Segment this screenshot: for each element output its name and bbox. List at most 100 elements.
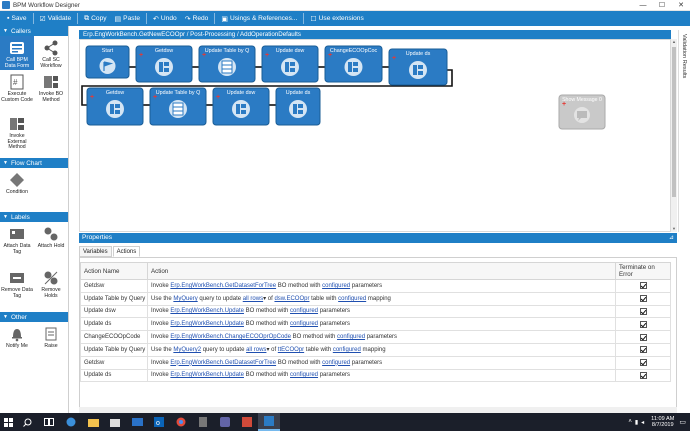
- action-row[interactable]: Update ds Invoke Erp.EngWorkBench.Update …: [80, 317, 671, 332]
- workflow-node-update-dsw-2[interactable]: Update dsw +: [212, 87, 270, 126]
- remove-data-tag-item[interactable]: Remove Data Tag: [0, 266, 34, 312]
- execute-custom-code-item[interactable]: # Execute Custom Code: [0, 70, 34, 112]
- action-link[interactable]: MyQuery: [173, 296, 197, 302]
- action-name-cell[interactable]: Update ds: [80, 317, 148, 332]
- action-link[interactable]: dsw.ECOOpr: [274, 296, 309, 302]
- scroll-down-arrow[interactable]: ▼: [671, 226, 677, 232]
- condition-item[interactable]: Condition: [0, 168, 34, 212]
- flow-chart-section-header[interactable]: ▼ Flow Chart: [0, 158, 68, 168]
- invoke-external-method-item[interactable]: Invoke External Method: [0, 112, 34, 158]
- maximize-button[interactable]: ☐: [652, 0, 672, 11]
- column-header-action[interactable]: Action: [147, 262, 616, 280]
- action-link[interactable]: Erp.EngWorkBench.ChangeECOOprOpCode: [170, 334, 291, 340]
- action-name-cell[interactable]: Update Table by Query 0: [80, 291, 148, 306]
- call-sc-workflow-item[interactable]: Call SC Workflow: [34, 36, 68, 70]
- other-section-header[interactable]: ▼ Other: [0, 312, 68, 322]
- action-row[interactable]: Getdsw Invoke Erp.EngWorkBench.GetDataset…: [80, 355, 671, 370]
- close-button[interactable]: ✕: [671, 0, 690, 11]
- labels-section-header[interactable]: ▼ Labels: [0, 212, 68, 222]
- action-row[interactable]: Update Table by Query 0 Use the MyQuery q…: [80, 291, 671, 306]
- column-header-terminate-on-error[interactable]: Terminate on Error: [615, 262, 671, 280]
- action-row[interactable]: Update Table by Query 1 Use the MyQuery2 …: [80, 342, 671, 357]
- taskbar-calculator[interactable]: [192, 413, 214, 431]
- remove-holds-item[interactable]: Remove Holds: [34, 266, 68, 312]
- validation-results-tab[interactable]: Validation Results: [678, 30, 690, 232]
- action-link[interactable]: configured: [290, 308, 318, 314]
- terminate-on-error-checkbox[interactable]: [639, 282, 647, 290]
- action-link[interactable]: configured: [290, 372, 318, 378]
- taskbar-chrome[interactable]: [170, 413, 192, 431]
- tab-actions[interactable]: Actions: [112, 246, 141, 257]
- taskbar-epicor[interactable]: [258, 413, 280, 431]
- action-link[interactable]: ttECOOpr: [278, 347, 304, 353]
- terminate-on-error-checkbox[interactable]: [639, 295, 647, 303]
- workflow-canvas[interactable]: Start Getdsw + Update Table by Q + Updat…: [79, 39, 671, 232]
- scrollbar-thumb[interactable]: [672, 47, 676, 197]
- action-link[interactable]: configured: [337, 334, 365, 340]
- action-link[interactable]: all rows: [243, 296, 263, 302]
- minimize-button[interactable]: —: [633, 0, 653, 11]
- action-name-cell[interactable]: Getdsw: [80, 355, 148, 370]
- taskbar-clock[interactable]: 11:09 AM 8/7/2019: [651, 416, 674, 429]
- workflow-node-change-eco-op-code[interactable]: ChangeECOOpCoc +: [324, 45, 383, 83]
- validate-button[interactable]: ☑ Validate: [36, 11, 76, 26]
- action-row[interactable]: Update dsw Invoke Erp.EngWorkBench.Update…: [80, 304, 671, 319]
- workflow-node-update-ds-2[interactable]: Update ds: [275, 87, 321, 126]
- taskbar-mail[interactable]: [126, 413, 148, 431]
- redo-button[interactable]: ↷ Redo: [181, 11, 213, 26]
- notifications-icon[interactable]: ▭: [679, 418, 686, 426]
- action-name-cell[interactable]: Update dsw: [80, 304, 148, 319]
- workflow-node-getdsw-2[interactable]: Getdsw +: [86, 87, 144, 126]
- workflow-node-update-table-by-query[interactable]: Update Table by Q +: [198, 45, 256, 83]
- action-link[interactable]: Erp.EngWorkBench.Update: [170, 321, 244, 327]
- taskbar-edge[interactable]: [60, 413, 82, 431]
- action-link[interactable]: Erp.EngWorkBench.GetDatasetForTree: [170, 283, 276, 289]
- taskbar-teams[interactable]: [214, 413, 236, 431]
- undo-button[interactable]: ↶ Undo: [149, 11, 181, 26]
- action-link[interactable]: configured: [338, 296, 366, 302]
- workflow-node-update-ds[interactable]: Update ds +: [388, 48, 448, 86]
- column-header-action-name[interactable]: Action Name: [80, 262, 148, 280]
- scroll-up-arrow[interactable]: ▲: [671, 39, 677, 45]
- volume-icon[interactable]: ◂: [641, 419, 644, 426]
- attach-hold-item[interactable]: Attach Hold: [34, 222, 68, 266]
- taskbar-outlook[interactable]: o: [148, 413, 170, 431]
- action-name-cell[interactable]: Update Table by Query 1: [80, 342, 148, 357]
- invoke-bo-method-item[interactable]: Invoke BO Method: [34, 70, 68, 112]
- canvas-vertical-scrollbar[interactable]: ▲ ▼: [671, 39, 677, 232]
- workflow-node-getdsw[interactable]: Getdsw +: [135, 45, 193, 83]
- action-link[interactable]: configured: [322, 283, 350, 289]
- terminate-on-error-checkbox[interactable]: [639, 346, 647, 354]
- terminate-on-error-checkbox[interactable]: [639, 371, 647, 379]
- workflow-node-update-table-by-query-2[interactable]: Update Table by Q +: [149, 87, 207, 126]
- action-link[interactable]: configured: [322, 360, 350, 366]
- usings-references-button[interactable]: ▣ Usings & References...: [217, 11, 301, 26]
- terminate-on-error-checkbox[interactable]: [639, 320, 647, 328]
- terminate-on-error-checkbox[interactable]: [639, 359, 647, 367]
- workflow-node-show-message[interactable]: Show Message 0 +: [558, 94, 606, 130]
- call-bpm-data-form-item[interactable]: Call BPM Data Form: [0, 36, 34, 70]
- pin-icon[interactable]: ⊿: [669, 233, 674, 243]
- taskbar-explorer[interactable]: [82, 413, 104, 431]
- terminate-on-error-checkbox[interactable]: [639, 333, 647, 341]
- action-link[interactable]: all rows: [246, 347, 266, 353]
- windows-start-button[interactable]: [0, 413, 16, 431]
- paste-button[interactable]: ▤ Paste: [111, 11, 145, 26]
- attach-data-tag-item[interactable]: Attach Data Tag: [0, 222, 34, 266]
- action-name-cell[interactable]: ChangeECOOpCode: [80, 330, 148, 344]
- chevron-up-icon[interactable]: ˄: [628, 419, 632, 425]
- action-name-cell[interactable]: Getdsw: [80, 279, 148, 293]
- action-link[interactable]: Erp.EngWorkBench.GetDatasetForTree: [170, 360, 276, 366]
- action-row[interactable]: Getdsw Invoke Erp.EngWorkBench.GetDataset…: [80, 279, 671, 293]
- search-button[interactable]: [16, 413, 38, 431]
- callers-section-header[interactable]: ▼ Callers: [0, 26, 68, 36]
- network-icon[interactable]: ▮: [635, 419, 638, 426]
- action-link[interactable]: configured: [333, 347, 361, 353]
- action-link[interactable]: Erp.EngWorkBench.Update: [170, 308, 244, 314]
- action-link[interactable]: MyQuery2: [173, 347, 201, 353]
- action-name-cell[interactable]: Update ds: [80, 368, 148, 383]
- action-link[interactable]: Erp.EngWorkBench.Update: [170, 372, 244, 378]
- workflow-diagram[interactable]: Start Getdsw + Update Table by Q + Updat…: [80, 40, 672, 233]
- taskbar-app[interactable]: [236, 413, 258, 431]
- raise-item[interactable]: Raise: [34, 322, 68, 362]
